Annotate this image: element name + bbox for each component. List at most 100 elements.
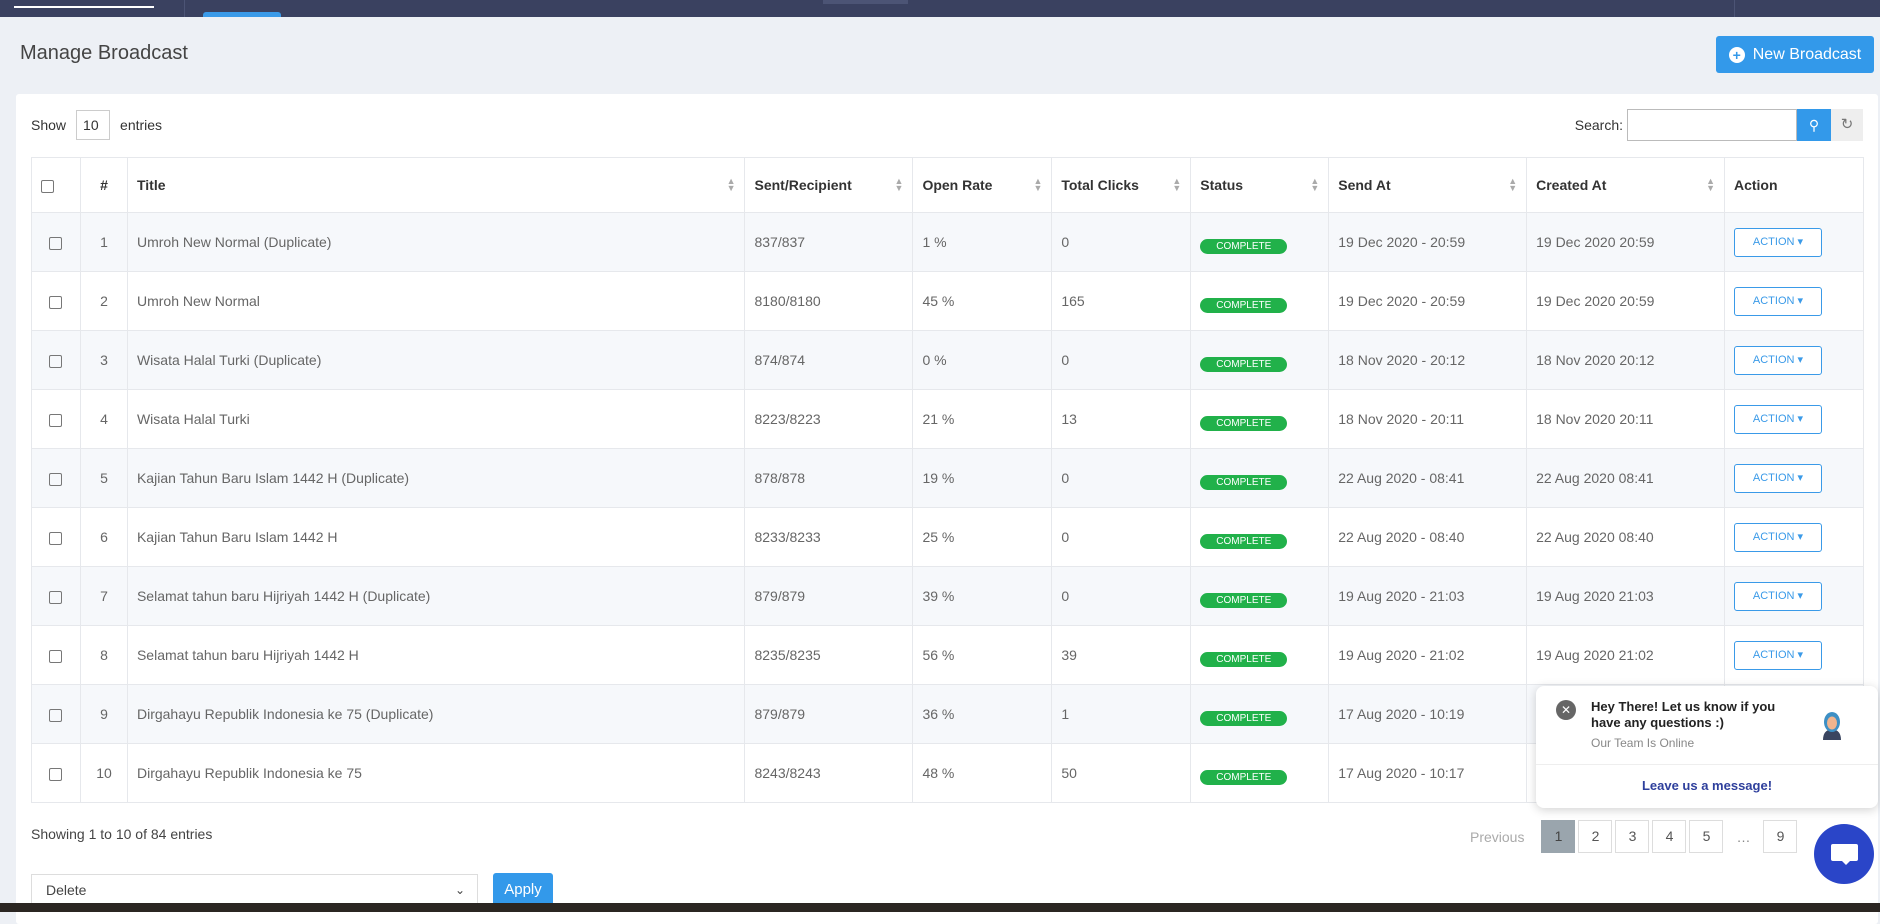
page-button[interactable]: 9 bbox=[1763, 820, 1798, 853]
previous-button[interactable]: Previous bbox=[1470, 829, 1524, 845]
row-send-at: 19 Dec 2020 - 20:59 bbox=[1328, 212, 1528, 272]
row-action: ACTION ▾ bbox=[1723, 389, 1865, 449]
row-action: ACTION ▾ bbox=[1723, 625, 1865, 685]
page-title: Manage Broadcast bbox=[20, 42, 188, 64]
row-number: 8 bbox=[79, 625, 128, 685]
row-status: COMPLETE bbox=[1190, 625, 1330, 685]
row-number: 5 bbox=[79, 448, 128, 508]
row-clicks: 1 bbox=[1051, 684, 1192, 744]
status-badge: COMPLETE bbox=[1200, 651, 1288, 667]
action-dropdown-button[interactable]: ACTION ▾ bbox=[1733, 286, 1822, 316]
refresh-icon: ↻ bbox=[1840, 116, 1854, 133]
row-created-at: 19 Aug 2020 21:03 bbox=[1526, 566, 1725, 626]
row-title: Wisata Halal Turki (Duplicate) bbox=[126, 330, 746, 390]
action-dropdown-button[interactable]: ACTION ▾ bbox=[1733, 227, 1822, 257]
column-header[interactable]: Title ▲ ▼ bbox=[126, 157, 746, 213]
page-button[interactable]: 1 bbox=[1541, 820, 1576, 853]
row-status: COMPLETE bbox=[1190, 566, 1330, 626]
row-checkbox[interactable] bbox=[49, 767, 63, 781]
page-button[interactable]: 3 bbox=[1615, 820, 1650, 853]
row-open-rate: 0 % bbox=[912, 330, 1053, 390]
action-dropdown-button[interactable]: ACTION ▾ bbox=[1733, 581, 1822, 611]
page-button[interactable]: 4 bbox=[1652, 820, 1687, 853]
column-header[interactable]: Send At ▲ ▼ bbox=[1328, 157, 1528, 213]
column-header[interactable]: Total Clicks ▲ ▼ bbox=[1051, 157, 1192, 213]
row-checkbox[interactable] bbox=[49, 354, 63, 368]
row-checkbox[interactable] bbox=[49, 708, 63, 722]
search-input[interactable] bbox=[1627, 109, 1797, 141]
entries-length: Show 10 entries bbox=[31, 110, 162, 140]
bulk-action-value: Delete bbox=[46, 882, 87, 898]
column-header-label: Status bbox=[1200, 177, 1244, 193]
nav-item[interactable] bbox=[823, 0, 908, 4]
row-created-at: 19 Aug 2020 21:02 bbox=[1526, 625, 1725, 685]
search-bar: Search: ⚲ ↻ bbox=[1575, 109, 1863, 141]
chevron-down-icon: ⌄ bbox=[454, 883, 465, 897]
row-title: Dirgahayu Republik Indonesia ke 75 bbox=[126, 743, 746, 803]
row-select-cell bbox=[31, 271, 81, 331]
plus-circle-icon: + bbox=[1728, 46, 1745, 63]
row-checkbox[interactable] bbox=[49, 295, 63, 309]
select-all-checkbox[interactable] bbox=[41, 179, 54, 193]
row-number: 7 bbox=[79, 566, 128, 626]
column-header[interactable]: Created At ▲ ▼ bbox=[1526, 157, 1725, 213]
action-dropdown-button[interactable]: ACTION ▾ bbox=[1733, 463, 1822, 493]
row-open-rate: 19 % bbox=[912, 448, 1053, 508]
row-checkbox[interactable] bbox=[49, 472, 63, 486]
row-status: COMPLETE bbox=[1190, 271, 1330, 331]
action-dropdown-button[interactable]: ACTION ▾ bbox=[1733, 404, 1822, 434]
column-header[interactable]: Open Rate ▲ ▼ bbox=[912, 157, 1053, 213]
nav-tab-active[interactable] bbox=[203, 12, 281, 17]
table-row: 3 Wisata Halal Turki (Duplicate) 874/874 0 … bbox=[31, 330, 1865, 390]
row-select-cell bbox=[31, 330, 81, 390]
column-header[interactable]: Sent/Recipient ▲ ▼ bbox=[744, 157, 914, 213]
refresh-button[interactable]: ↻ bbox=[1831, 109, 1863, 141]
row-checkbox[interactable] bbox=[49, 590, 63, 604]
bulk-action-select[interactable]: Delete ⌄ bbox=[31, 874, 478, 906]
caret-down-icon: ▾ bbox=[1797, 530, 1804, 543]
row-sent: 879/879 bbox=[744, 566, 914, 626]
row-open-rate: 36 % bbox=[912, 684, 1053, 744]
column-header: # bbox=[79, 157, 128, 213]
leave-message-link[interactable]: Leave us a message! bbox=[1536, 778, 1878, 793]
row-action: ACTION ▾ bbox=[1723, 566, 1865, 626]
search-button[interactable]: ⚲ bbox=[1797, 109, 1831, 141]
chat-launcher-button[interactable] bbox=[1814, 824, 1874, 884]
table-info: Showing 1 to 10 of 84 entries bbox=[31, 826, 213, 842]
sort-icon: ▲ ▼ bbox=[894, 176, 904, 193]
action-dropdown-button[interactable]: ACTION ▾ bbox=[1733, 522, 1822, 552]
entries-select[interactable]: 10 bbox=[76, 110, 111, 140]
row-checkbox[interactable] bbox=[49, 413, 63, 427]
search-label: Search: bbox=[1574, 117, 1623, 133]
action-dropdown-button[interactable]: ACTION ▾ bbox=[1733, 345, 1822, 375]
row-created-at: 19 Dec 2020 20:59 bbox=[1526, 271, 1725, 331]
row-created-at: 18 Nov 2020 20:12 bbox=[1526, 330, 1725, 390]
sort-icon: ▲ ▼ bbox=[1172, 176, 1182, 193]
row-number: 1 bbox=[79, 212, 128, 272]
sort-icon: ▲ ▼ bbox=[1508, 176, 1518, 193]
table-row: 1 Umroh New Normal (Duplicate) 837/837 1 % 0… bbox=[31, 212, 1865, 272]
status-badge: COMPLETE bbox=[1200, 710, 1288, 726]
action-dropdown-button[interactable]: ACTION ▾ bbox=[1733, 640, 1822, 670]
chat-icon bbox=[1831, 844, 1858, 865]
logo[interactable] bbox=[14, 0, 154, 8]
row-status: COMPLETE bbox=[1190, 389, 1330, 449]
page-button[interactable]: 5 bbox=[1689, 820, 1724, 853]
action-label: ACTION bbox=[1752, 353, 1795, 366]
page-button[interactable]: 2 bbox=[1578, 820, 1613, 853]
close-icon[interactable]: ✕ bbox=[1556, 700, 1576, 720]
row-action: ACTION ▾ bbox=[1723, 212, 1865, 272]
new-broadcast-button[interactable]: + New Broadcast bbox=[1716, 36, 1874, 73]
caret-down-icon: ▾ bbox=[1797, 589, 1804, 602]
row-clicks: 39 bbox=[1051, 625, 1192, 685]
row-action: ACTION ▾ bbox=[1723, 507, 1865, 567]
row-checkbox[interactable] bbox=[49, 236, 63, 250]
chat-status: Our Team Is Online bbox=[1591, 736, 1695, 750]
action-label: ACTION bbox=[1752, 471, 1795, 484]
chat-message: Hey There! Let us know if you have any q… bbox=[1591, 699, 1776, 730]
row-checkbox[interactable] bbox=[49, 531, 63, 545]
column-header[interactable]: Status ▲ ▼ bbox=[1190, 157, 1330, 213]
row-checkbox[interactable] bbox=[49, 649, 63, 663]
row-status: COMPLETE bbox=[1190, 448, 1330, 508]
action-label: ACTION bbox=[1752, 648, 1795, 661]
